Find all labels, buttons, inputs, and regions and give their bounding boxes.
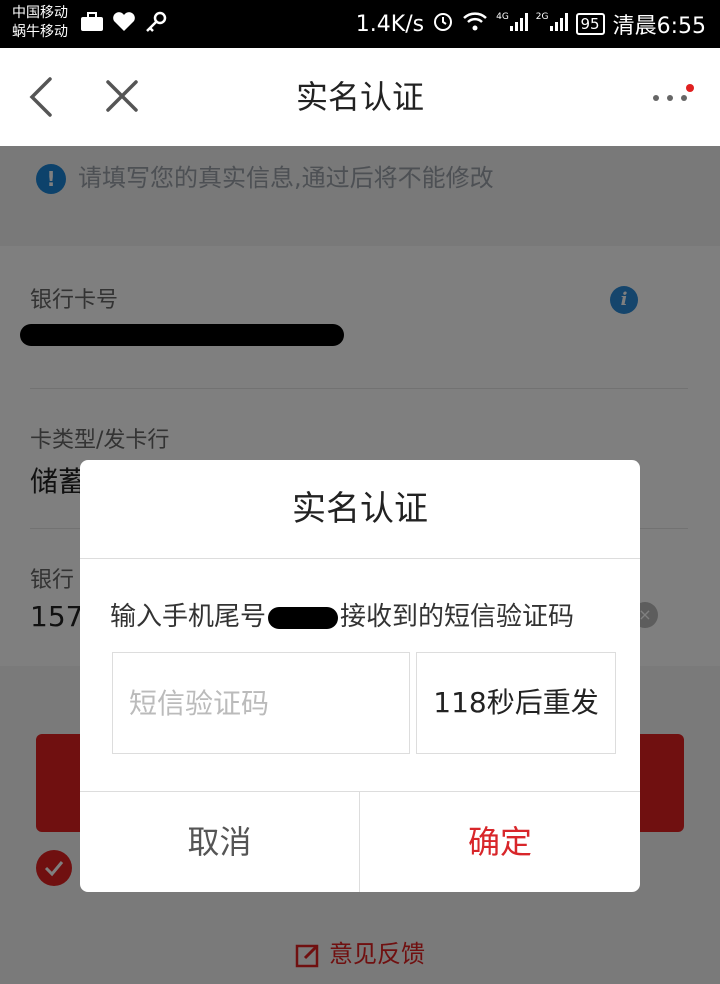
status-right: 1.4K/s 4G 2G 95 清晨6:55 [356, 0, 706, 48]
carrier-1: 中国移动 [12, 5, 68, 21]
signal-2g-label: 2G [535, 11, 549, 22]
health-heart-icon [112, 11, 136, 38]
battery-indicator: 95 [575, 13, 605, 35]
alarm-icon [432, 10, 454, 38]
dialog-title: 实名认证 [292, 489, 428, 529]
signal-4g-icon: 4G [496, 12, 528, 37]
notification-icons [80, 11, 168, 38]
sms-code-input[interactable] [112, 652, 410, 754]
message-prefix: 输入手机尾号 [110, 602, 267, 632]
cancel-button[interactable]: 取消 [80, 792, 359, 892]
sms-verification-dialog: 实名认证 输入手机尾号 接收到的短信验证码 118秒后重发 取消 确定 [80, 460, 640, 892]
signal-2g-icon: 2G [536, 12, 568, 37]
nav-bar: 实名认证 [0, 48, 720, 146]
divider [80, 558, 640, 559]
redacted-phone-tail [268, 606, 339, 629]
resend-button[interactable]: 118秒后重发 [416, 652, 616, 754]
status-bar: 中国移动 蜗牛移动 1.4K/s 4G 2G 95 清晨6:55 [0, 0, 720, 48]
more-icon[interactable] [650, 84, 694, 108]
confirm-button[interactable]: 确定 [360, 792, 640, 892]
wifi-icon [462, 10, 488, 38]
page-title: 实名认证 [295, 78, 424, 116]
briefcase-icon [80, 11, 104, 38]
net-speed: 1.4K/s [355, 11, 425, 37]
dialog-message: 输入手机尾号 接收到的短信验证码 [110, 596, 574, 633]
clock: 清晨6:55 [612, 14, 706, 39]
carrier-2: 蜗牛移动 [12, 24, 68, 40]
carrier-info: 中国移动 蜗牛移动 [12, 4, 68, 42]
key-icon [144, 11, 168, 38]
message-suffix: 接收到的短信验证码 [340, 602, 575, 632]
signal-4g-label: 4G [496, 11, 509, 22]
